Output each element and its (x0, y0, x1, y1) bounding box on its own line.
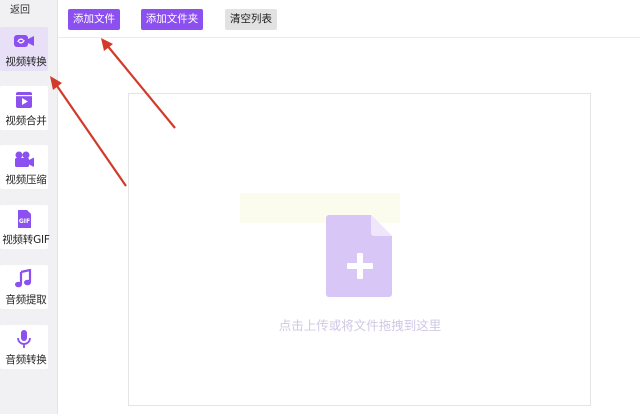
sidebar-item-video-compress[interactable]: 视频压缩 (0, 145, 48, 189)
sidebar-item-label: 音频提取 (5, 294, 47, 306)
video-merge-icon (16, 92, 32, 108)
sidebar-item-label: 视频转GIF (2, 234, 50, 246)
video-compress-icon (15, 151, 34, 167)
sidebar-item-label: 视频压缩 (5, 174, 47, 186)
gif-icon: GIF (18, 210, 31, 228)
clear-list-button[interactable]: 清空列表 (225, 9, 277, 30)
sidebar-item-audio-convert[interactable]: 音频转换 (0, 325, 48, 369)
video-convert-icon (14, 35, 34, 47)
sidebar-item-label: 视频合并 (5, 115, 47, 127)
sidebar-item-audio-extract[interactable]: 音频提取 (0, 265, 48, 309)
sidebar-item-video-to-gif[interactable]: GIF 视频转GIF (0, 205, 50, 249)
sidebar-item-label: 视频转换 (5, 56, 47, 68)
add-file-button[interactable]: 添加文件 (68, 9, 120, 30)
microphone-icon (17, 330, 31, 348)
sidebar: 返回 视频转换 视频合并 视频压缩 GIF 视频转GIF 音频提取 音频转换 (0, 0, 58, 414)
drop-hint-text: 点击上传或将文件拖拽到这里 (278, 318, 442, 333)
music-note-icon (15, 269, 32, 288)
arrow-to-video-convert (50, 76, 127, 187)
file-add-icon[interactable] (326, 215, 394, 297)
sidebar-item-video-convert[interactable]: 视频转换 (0, 27, 48, 71)
add-folder-button[interactable]: 添加文件夹 (141, 9, 203, 30)
sidebar-item-video-merge[interactable]: 视频合并 (0, 86, 48, 130)
sidebar-item-label: 音频转换 (5, 354, 47, 366)
svg-text:GIF: GIF (19, 218, 30, 225)
back-button[interactable]: 返回 (0, 3, 40, 19)
